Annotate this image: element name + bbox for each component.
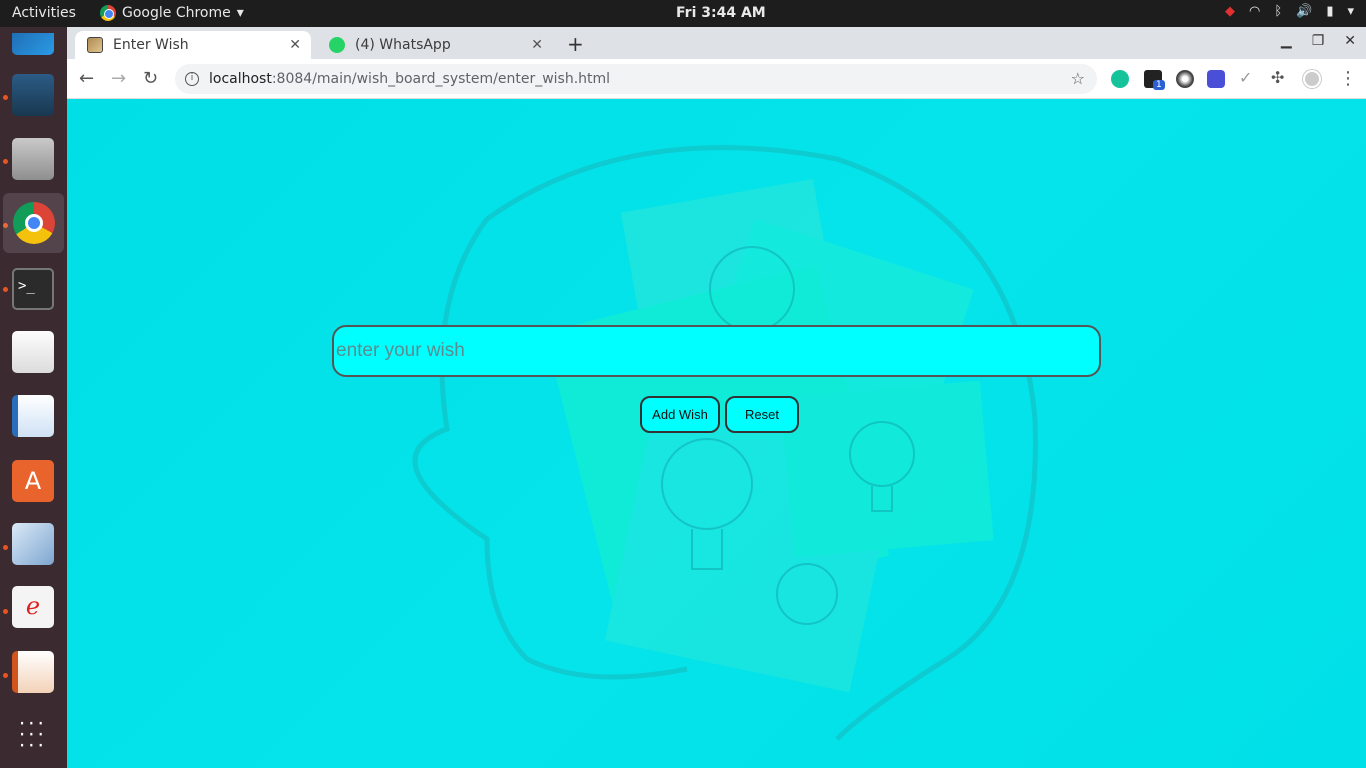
running-indicator bbox=[3, 545, 8, 550]
extension-circle-icon[interactable] bbox=[1176, 70, 1194, 88]
profile-avatar-icon[interactable] bbox=[1303, 70, 1321, 88]
libreoffice-impress-icon[interactable] bbox=[10, 649, 56, 695]
chevron-down-icon: ▾ bbox=[236, 5, 244, 21]
url-host: localhost bbox=[209, 71, 272, 87]
document-viewer-icon[interactable]: ℯ bbox=[10, 584, 56, 630]
show-applications-icon[interactable]: ⋅⋅⋅ ⋅⋅⋅ ⋅⋅⋅ bbox=[10, 711, 56, 757]
zoom-extension-icon[interactable] bbox=[1207, 70, 1225, 88]
address-bar[interactable]: i localhost:8084/main/wish_board_system/… bbox=[175, 64, 1097, 94]
add-wish-button[interactable]: Add Wish bbox=[640, 396, 720, 433]
dropbox-icon[interactable]: ◆ bbox=[1225, 4, 1235, 19]
tab-title: Enter Wish bbox=[113, 37, 189, 53]
lightbulb-notes-illustration bbox=[412, 145, 1038, 741]
app-menu-label: Google Chrome bbox=[122, 5, 231, 21]
whatsapp-icon bbox=[329, 37, 345, 53]
grammarly-icon[interactable] bbox=[1111, 70, 1129, 88]
reset-button[interactable]: Reset bbox=[725, 396, 799, 433]
window-controls: ▁ ❐ ✕ bbox=[1281, 33, 1356, 49]
extensions-puzzle-icon[interactable]: ✣ bbox=[1271, 68, 1284, 87]
bookmark-star-icon[interactable]: ☆ bbox=[1071, 69, 1085, 88]
running-indicator bbox=[3, 609, 8, 614]
chevron-down-icon[interactable]: ▾ bbox=[1347, 4, 1354, 19]
wish-input[interactable] bbox=[332, 325, 1101, 377]
software-center-icon[interactable]: A bbox=[10, 458, 56, 504]
wifi-icon[interactable]: ◠ bbox=[1249, 4, 1260, 19]
url-path: :8084/main/wish_board_system/enter_wish.… bbox=[271, 71, 611, 87]
virtualbox-icon[interactable] bbox=[10, 521, 56, 567]
restore-icon[interactable]: ❐ bbox=[1312, 33, 1325, 49]
running-indicator bbox=[3, 95, 8, 100]
close-window-icon[interactable]: ✕ bbox=[1344, 33, 1356, 49]
forward-button[interactable]: → bbox=[111, 68, 126, 89]
running-indicator bbox=[3, 673, 8, 678]
file-manager-icon[interactable] bbox=[10, 136, 56, 182]
browser-toolbar: ← → ↻ i localhost:8084/main/wish_board_s… bbox=[67, 59, 1366, 99]
volume-icon[interactable]: 🔊 bbox=[1296, 4, 1312, 19]
text-editor-icon[interactable] bbox=[10, 329, 56, 375]
chrome-icon bbox=[100, 5, 116, 21]
close-icon[interactable]: ✕ bbox=[289, 37, 301, 53]
menu-kebab-icon[interactable]: ⋮ bbox=[1339, 68, 1357, 89]
running-indicator bbox=[3, 159, 8, 164]
system-tray[interactable]: ◆ ◠ ᛒ 🔊 ▮ ▾ bbox=[1225, 4, 1354, 19]
clock[interactable]: Fri 3:44 AM bbox=[676, 5, 766, 21]
bluetooth-icon[interactable]: ᛒ bbox=[1274, 4, 1282, 19]
vscode-icon[interactable] bbox=[10, 21, 56, 67]
close-icon[interactable]: ✕ bbox=[531, 37, 543, 53]
running-indicator bbox=[3, 287, 8, 292]
google-chrome-icon[interactable] bbox=[3, 193, 64, 253]
extension-badge: 1 bbox=[1153, 80, 1165, 90]
tab-enter-wish[interactable]: Enter Wish ✕ bbox=[75, 31, 311, 59]
checkmark-icon[interactable]: ✓ bbox=[1239, 68, 1252, 87]
tab-whatsapp[interactable]: (4) WhatsApp ✕ bbox=[317, 31, 553, 59]
tab-title: (4) WhatsApp bbox=[355, 37, 451, 53]
system-top-bar: Activities Google Chrome ▾ Fri 3:44 AM ◆… bbox=[0, 0, 1366, 27]
info-icon[interactable]: i bbox=[185, 72, 199, 86]
page-favicon-icon bbox=[87, 37, 103, 53]
back-button[interactable]: ← bbox=[79, 68, 94, 89]
tab-strip: Enter Wish ✕ (4) WhatsApp ✕ + ▁ ❐ ✕ bbox=[67, 27, 1366, 59]
minimize-icon[interactable]: ▁ bbox=[1281, 33, 1292, 49]
page-content: Add Wish Reset bbox=[67, 99, 1366, 768]
reload-button[interactable]: ↻ bbox=[143, 68, 158, 89]
new-tab-button[interactable]: + bbox=[567, 32, 584, 56]
battery-icon[interactable]: ▮ bbox=[1326, 4, 1333, 19]
libreoffice-writer-icon[interactable] bbox=[10, 393, 56, 439]
activities-button[interactable]: Activities bbox=[12, 5, 76, 21]
app-menu[interactable]: Google Chrome ▾ bbox=[100, 5, 244, 21]
mysql-workbench-icon[interactable] bbox=[10, 72, 56, 118]
terminal-icon[interactable]: >_ bbox=[10, 266, 56, 312]
dock: >_ A ℯ ⋅⋅⋅ ⋅⋅⋅ ⋅⋅⋅ bbox=[0, 27, 67, 768]
